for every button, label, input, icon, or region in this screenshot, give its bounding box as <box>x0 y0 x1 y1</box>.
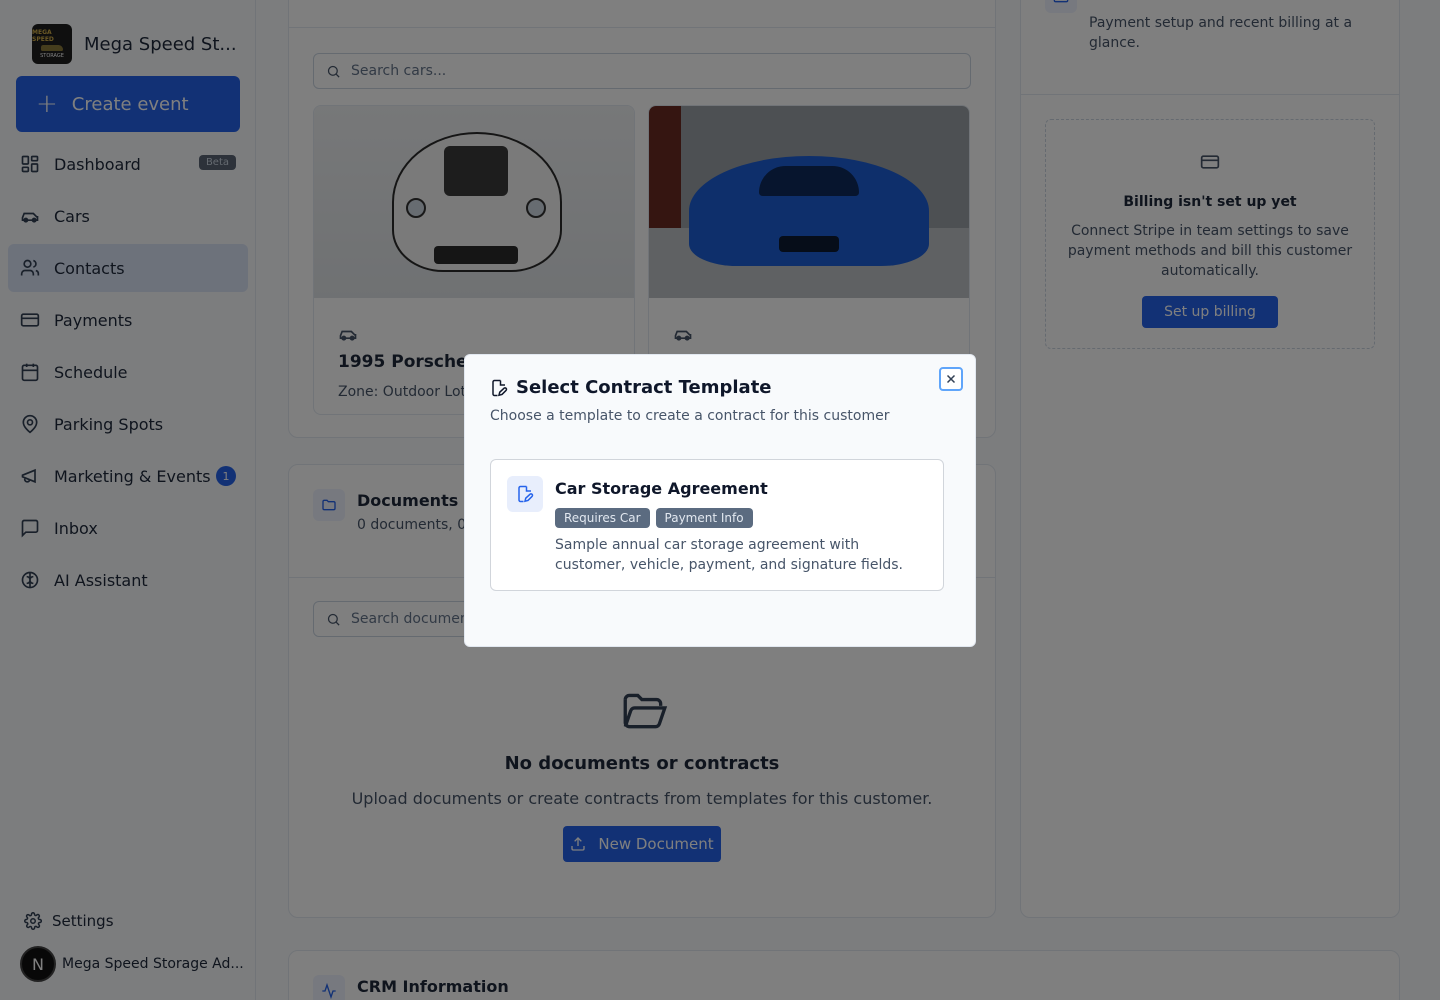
select-contract-template-dialog: Select Contract Template Choose a templa… <box>464 354 976 647</box>
template-description: Sample annual car storage agreement with… <box>555 537 903 573</box>
file-edit-icon <box>492 379 508 396</box>
dialog-title-text: Select Contract Template <box>516 377 772 398</box>
close-button[interactable] <box>939 367 963 391</box>
template-title: Car Storage Agreement <box>555 479 768 498</box>
template-option-car-storage[interactable]: Car Storage Agreement Requires Car Payme… <box>490 459 944 591</box>
tag-requires-car: Requires Car <box>555 508 650 528</box>
dialog-title: Select Contract Template <box>490 377 772 398</box>
file-edit-icon <box>518 485 534 503</box>
tag-payment-info: Payment Info <box>655 508 753 528</box>
template-tags: Requires Car Payment Info <box>555 508 753 528</box>
dialog-subtitle: Choose a template to create a contract f… <box>490 408 890 424</box>
close-icon <box>946 374 956 384</box>
template-icon <box>507 476 543 512</box>
